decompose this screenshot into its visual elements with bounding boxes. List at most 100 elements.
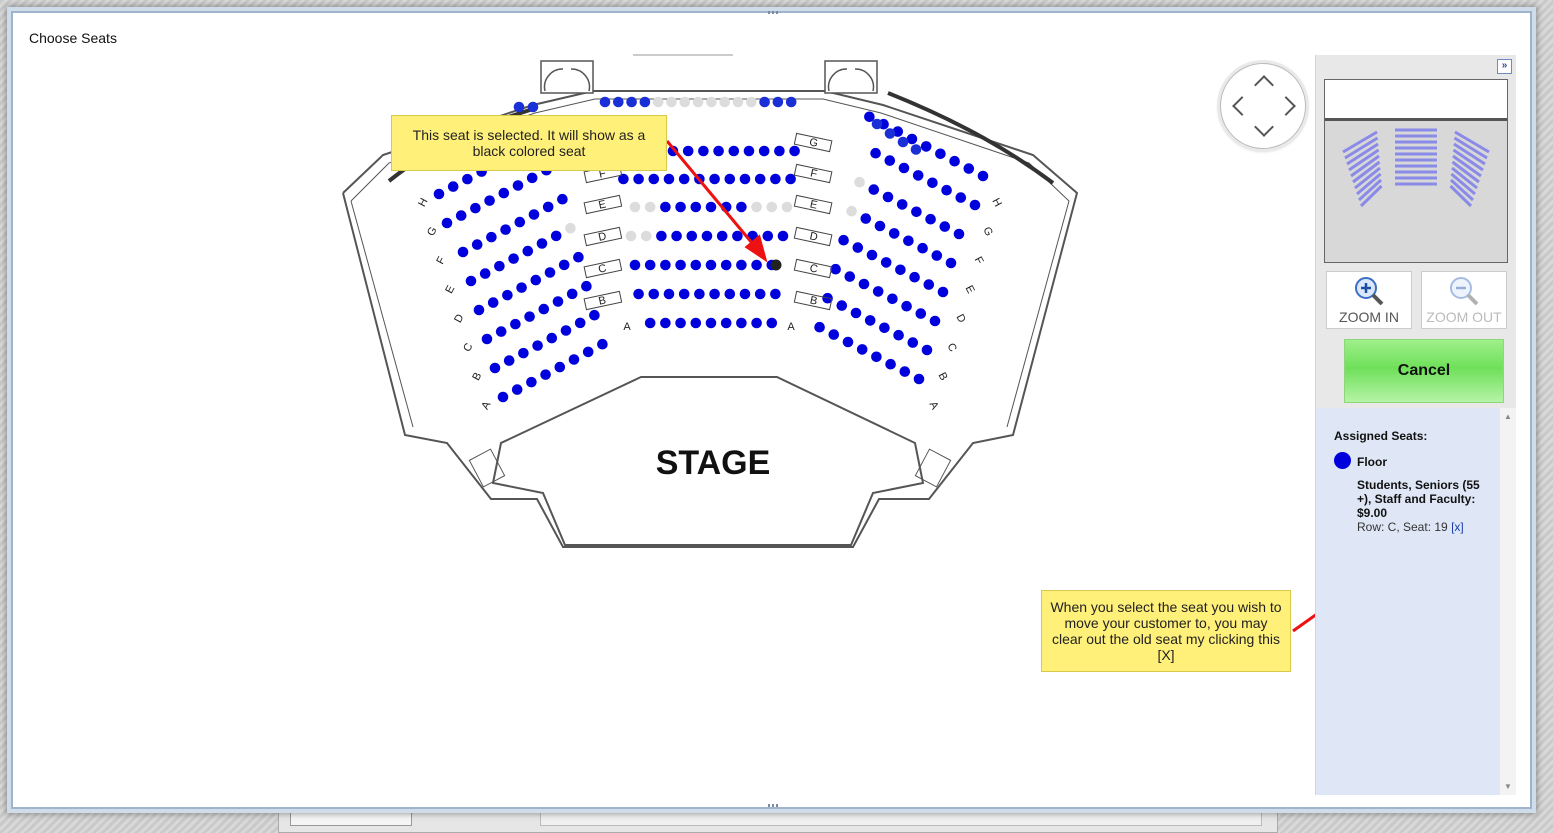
seat[interactable] (566, 288, 578, 300)
seat[interactable] (441, 217, 453, 229)
seat[interactable] (728, 145, 740, 157)
seat[interactable] (955, 192, 967, 203)
seat[interactable] (912, 170, 924, 181)
seat[interactable] (720, 317, 732, 329)
seat[interactable] (690, 259, 702, 271)
seat[interactable] (701, 230, 713, 242)
wheelchair-seat[interactable] (897, 136, 909, 148)
seat[interactable] (494, 260, 505, 272)
selected-seat[interactable] (770, 259, 782, 271)
wheelchair-seat[interactable] (626, 96, 637, 108)
seat[interactable] (746, 96, 757, 108)
seat[interactable] (497, 391, 509, 403)
seat[interactable] (679, 96, 691, 108)
seat[interactable] (542, 201, 554, 213)
wheelchair-seat[interactable] (884, 128, 896, 139)
seat[interactable] (574, 317, 586, 329)
seat[interactable] (508, 253, 519, 264)
seat[interactable] (433, 188, 445, 200)
seat[interactable] (828, 329, 840, 340)
seat[interactable] (694, 288, 705, 300)
seat[interactable] (754, 288, 766, 300)
seat[interactable] (830, 263, 841, 275)
seat[interactable] (842, 336, 854, 348)
seat[interactable] (479, 268, 491, 279)
seat[interactable] (846, 205, 857, 217)
seat[interactable] (836, 300, 848, 311)
seat[interactable] (518, 347, 529, 359)
seat[interactable] (814, 321, 825, 333)
pan-down-icon[interactable] (1254, 117, 1274, 137)
seat[interactable] (530, 274, 542, 286)
overview-minimap[interactable] (1324, 79, 1508, 263)
seat[interactable] (495, 326, 507, 337)
seat[interactable] (935, 148, 946, 160)
seat[interactable] (927, 177, 938, 189)
seat[interactable] (736, 201, 747, 213)
seat[interactable] (652, 96, 664, 108)
seat[interactable] (963, 163, 975, 174)
seat[interactable] (706, 96, 717, 108)
seat[interactable] (736, 317, 747, 329)
seat[interactable] (879, 322, 890, 334)
seat[interactable] (675, 201, 686, 213)
seat[interactable] (920, 141, 932, 152)
seat[interactable] (489, 362, 501, 374)
seat[interactable] (709, 173, 720, 185)
seat[interactable] (457, 246, 469, 258)
seat[interactable] (666, 96, 677, 108)
seat[interactable] (560, 325, 572, 336)
seat[interactable] (739, 173, 751, 185)
seat[interactable] (915, 308, 927, 319)
seat[interactable] (720, 259, 732, 271)
seat[interactable] (512, 180, 524, 191)
wheelchair-seat[interactable] (527, 101, 539, 113)
seat[interactable] (895, 264, 906, 276)
seat[interactable] (969, 199, 981, 211)
seat[interactable] (705, 259, 717, 271)
seat[interactable] (917, 242, 928, 254)
seat[interactable] (675, 259, 686, 271)
seat[interactable] (498, 187, 510, 199)
seat[interactable] (644, 201, 656, 213)
seat[interactable] (844, 271, 856, 282)
seat[interactable] (678, 173, 690, 185)
seat[interactable] (724, 288, 736, 300)
seat-map[interactable]: STAGE AABBCCDDEEFFGGABCDEFGHABCDEFGH (13, 13, 1530, 807)
seat[interactable] (770, 288, 781, 300)
seat[interactable] (705, 317, 717, 329)
seat[interactable] (856, 344, 868, 355)
seat[interactable] (644, 259, 656, 271)
seat[interactable] (470, 202, 481, 214)
seat[interactable] (532, 340, 543, 351)
wheelchair-seat[interactable] (910, 144, 922, 155)
seat[interactable] (528, 209, 540, 220)
seat[interactable] (526, 172, 538, 184)
wheelchair-seat[interactable] (599, 96, 611, 108)
seat[interactable] (597, 338, 608, 350)
seat[interactable] (709, 288, 720, 300)
seat[interactable] (648, 173, 660, 185)
seat[interactable] (550, 230, 562, 242)
seat[interactable] (644, 317, 656, 329)
seat[interactable] (906, 133, 918, 145)
seat[interactable] (690, 317, 702, 329)
seat[interactable] (690, 201, 702, 213)
seat[interactable] (522, 245, 534, 257)
collapse-panel-icon[interactable]: » (1497, 59, 1512, 74)
seat[interactable] (789, 145, 800, 157)
seat[interactable] (941, 184, 952, 196)
seat[interactable] (536, 238, 548, 249)
seat[interactable] (858, 278, 870, 290)
seat[interactable] (554, 361, 566, 373)
seat[interactable] (888, 228, 900, 239)
seat[interactable] (923, 279, 935, 290)
seat[interactable] (925, 213, 936, 225)
seat[interactable] (629, 259, 641, 271)
seat[interactable] (939, 221, 951, 232)
seat[interactable] (864, 315, 876, 326)
seat[interactable] (838, 234, 849, 246)
wheelchair-seat[interactable] (513, 101, 525, 113)
seat[interactable] (455, 210, 467, 221)
remove-seat-link[interactable]: [x] (1451, 520, 1464, 534)
